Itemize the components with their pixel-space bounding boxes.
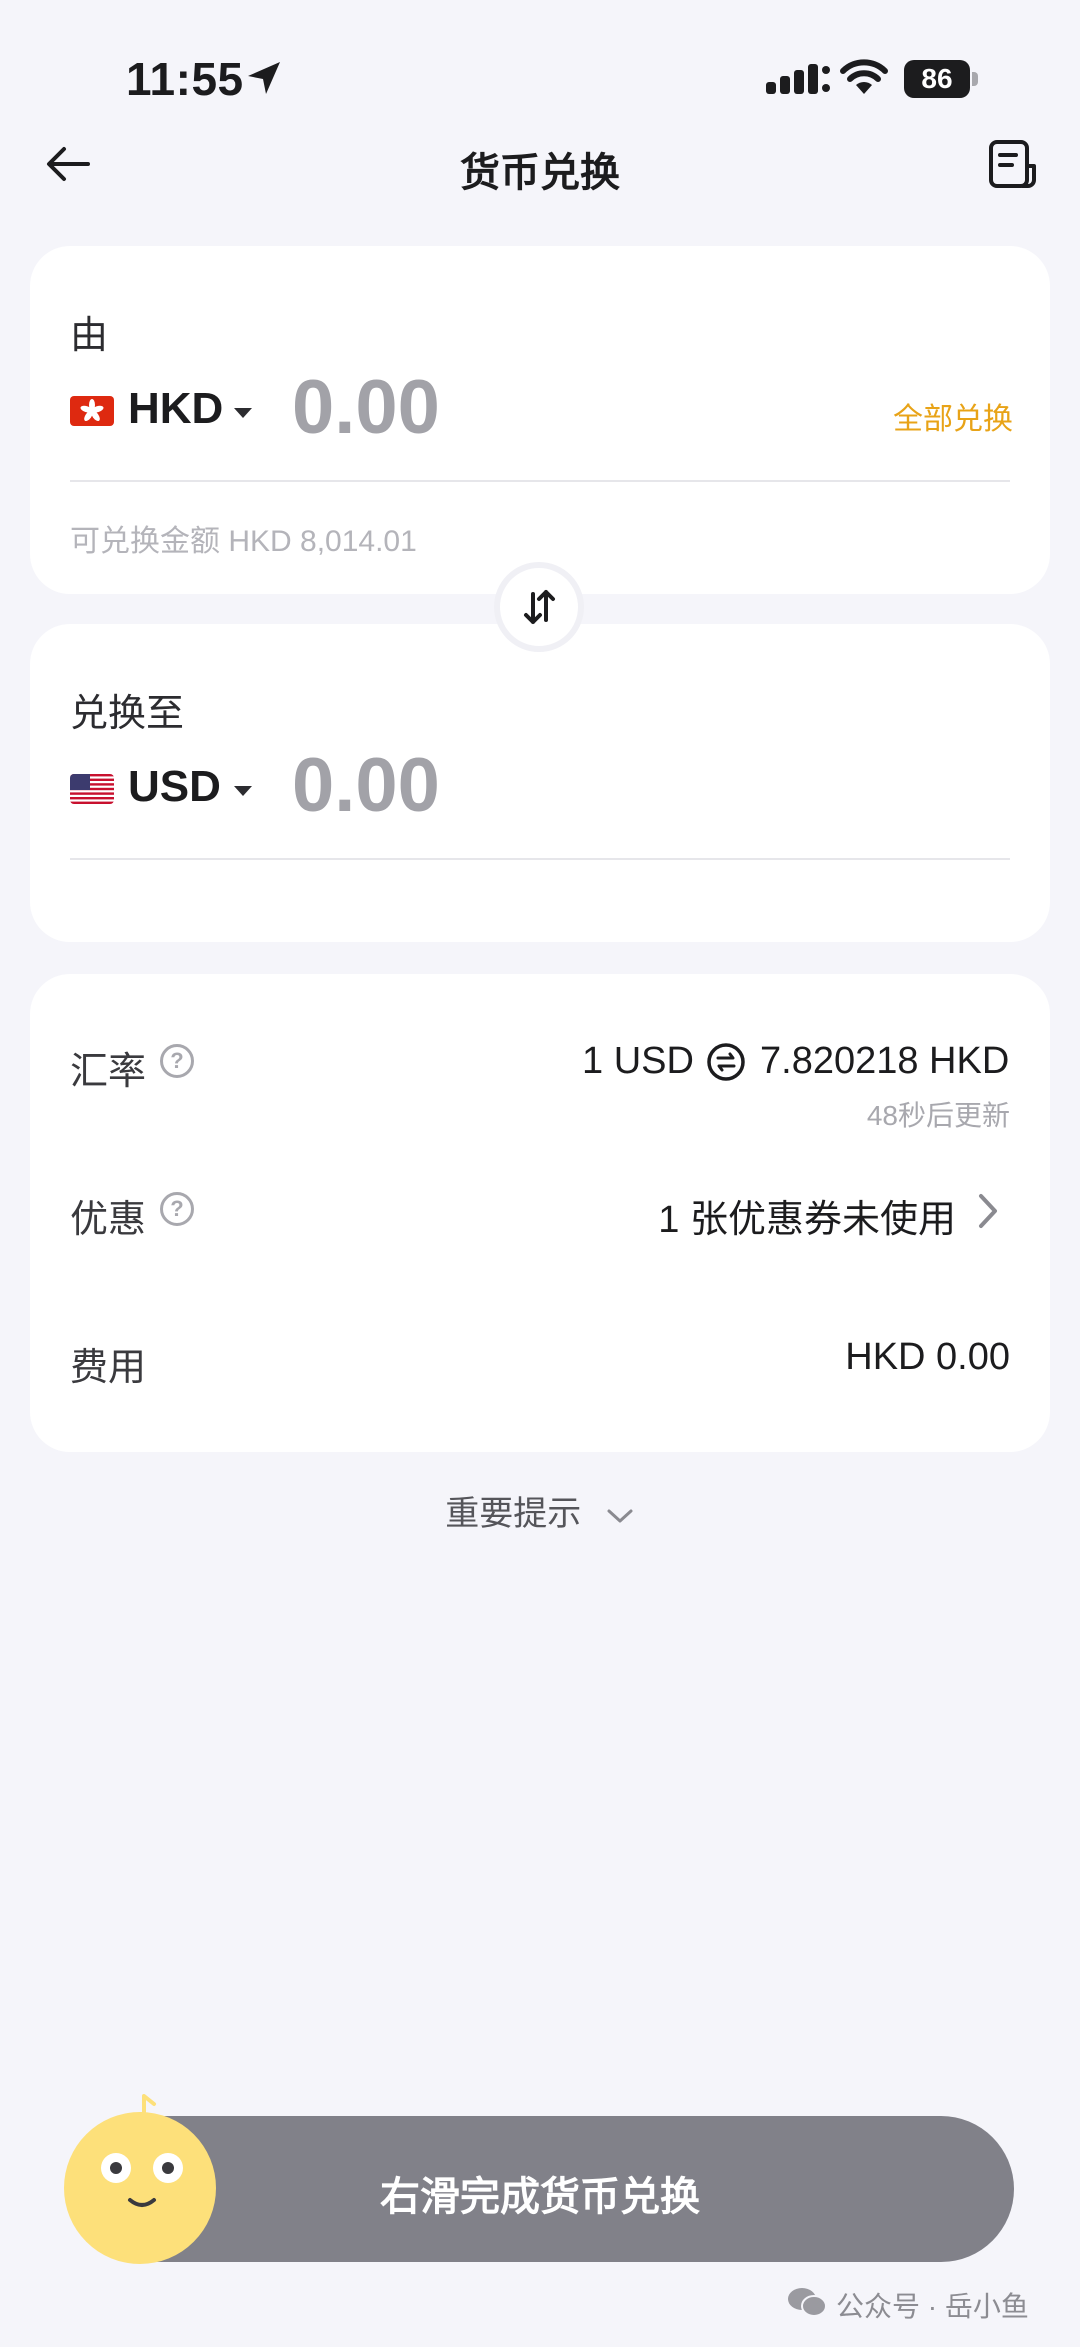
to-divider [70, 858, 1010, 860]
battery-indicator: 86 [904, 60, 978, 98]
from-label: 由 [70, 315, 109, 357]
smiley-face-icon [101, 2102, 183, 2207]
exchange-equal-icon [707, 1043, 745, 1081]
rate-left-value: 1 USD [582, 1040, 694, 1082]
discount-help-icon[interactable]: ? [160, 1192, 194, 1226]
watermark-text: 公众号 · 岳小鱼 [836, 2291, 1029, 2322]
available-balance: 可兑换金额 HKD 8,014.01 [70, 525, 417, 558]
from-currency-select[interactable]: HKD [128, 384, 223, 434]
swap-arrows-icon [524, 590, 555, 624]
from-currency-caret-icon[interactable] [234, 408, 252, 418]
status-time: 11:55 [126, 53, 244, 105]
mascot-sprout-icon [142, 2094, 156, 2122]
to-currency-caret-icon[interactable] [234, 786, 252, 796]
important-tips-label: 重要提示 [445, 1495, 582, 1533]
rate-help-icon[interactable]: ? [160, 1044, 194, 1078]
cellular-signal-icon [766, 64, 830, 94]
important-tips-toggle[interactable]: 重要提示 [0, 1486, 1080, 1535]
wifi-icon [840, 59, 888, 94]
chevron-down-icon [607, 1509, 633, 1523]
battery-level: 86 [904, 60, 970, 98]
discount-label: 优惠 [70, 1199, 147, 1241]
chevron-right-icon[interactable] [976, 1192, 1000, 1230]
page-title: 货币兑换 [460, 151, 620, 195]
to-label: 兑换至 [70, 693, 185, 735]
location-arrow-icon [248, 62, 280, 94]
rate-label: 汇率 [70, 1051, 147, 1093]
from-divider [70, 480, 1010, 482]
battery-tip [972, 72, 978, 86]
to-currency-select[interactable]: USD [128, 762, 221, 812]
discount-value[interactable]: 1 张优惠券未使用 [658, 1188, 956, 1243]
from-amount-input[interactable]: 0.00 [292, 364, 440, 451]
swap-currency-button[interactable] [494, 562, 584, 652]
hk-flag-icon [70, 396, 114, 426]
records-document-icon[interactable] [986, 138, 1038, 190]
convert-all-button[interactable]: 全部兑换 [893, 394, 1013, 438]
rate-right-value: 7.820218 HKD [760, 1040, 1010, 1082]
us-flag-icon [70, 774, 114, 804]
to-amount-input[interactable]: 0.00 [292, 742, 440, 829]
fee-value: HKD 0.00 [845, 1336, 1010, 1378]
fee-label: 费用 [70, 1347, 147, 1389]
rate-update-countdown: 48秒后更新 [866, 1100, 1010, 1131]
wechat-icon [788, 2288, 827, 2317]
slider-knob-mascot[interactable] [64, 2102, 216, 2264]
